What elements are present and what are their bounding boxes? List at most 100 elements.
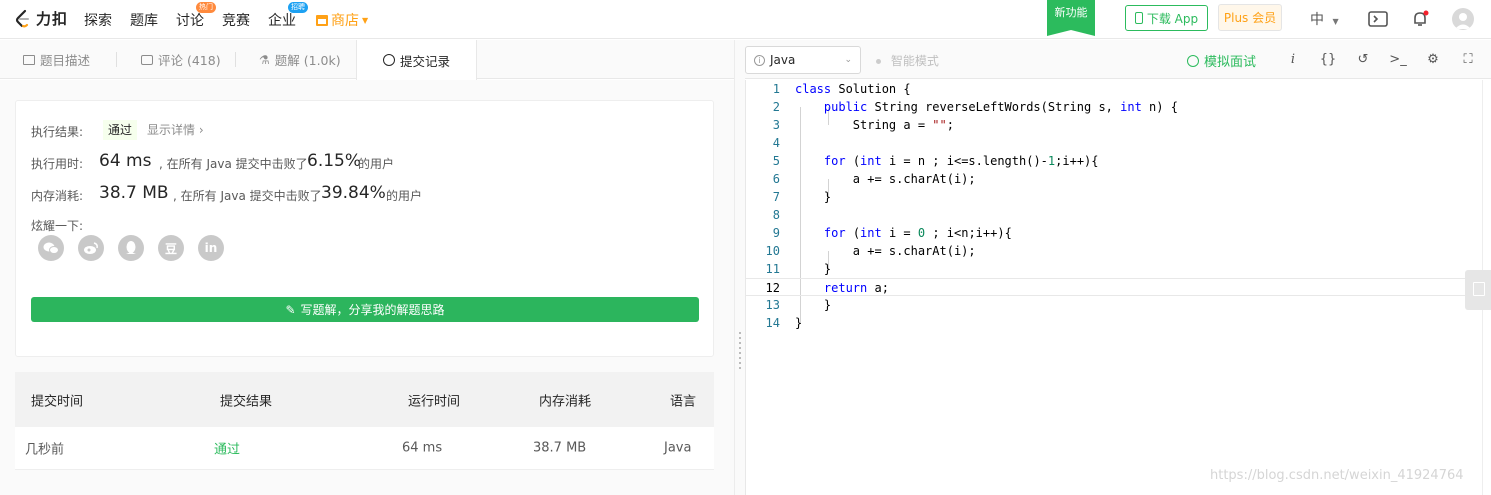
comment-icon — [141, 54, 153, 65]
tab-comments-label: 评论 (418) — [158, 53, 221, 68]
share-label: 炫耀一下: — [31, 219, 84, 233]
logo-text: 力扣 — [36, 10, 69, 28]
download-app-button[interactable]: 下载 App — [1125, 5, 1208, 31]
nav-store-label: 商店 — [331, 13, 359, 29]
reset-icon[interactable]: ↺ — [1354, 51, 1372, 69]
line-number: 11 — [765, 262, 780, 276]
store-icon — [316, 14, 328, 26]
language-label: 中 — [1310, 12, 1324, 28]
leetcode-logo[interactable]: 力扣 — [14, 8, 68, 29]
code-text: for (int i = n ; i<=s.length()-1;i++){ — [823, 154, 1099, 168]
code-line: 5 for (int i = n ; i<=s.length()-1;i++){ — [746, 152, 1483, 170]
chevron-down-icon: ▼ — [1332, 17, 1339, 26]
code-text: for (int i = 0 ; i<n;i++){ — [823, 226, 1012, 240]
col-submit-time: 提交时间 — [31, 394, 84, 409]
code-text: class Solution { — [795, 82, 911, 96]
gear-icon[interactable]: ⚙ — [1424, 51, 1442, 69]
info-italic-icon[interactable]: i — [1284, 51, 1302, 69]
tab-comments[interactable]: 评论 (418) — [141, 40, 221, 79]
memory-text: , 在所有 Java 提交中击败了 — [173, 189, 322, 203]
new-feature-ribbon[interactable]: 新功能 — [1047, 0, 1095, 36]
code-line: 4 — [746, 134, 1483, 152]
line-number: 6 — [772, 172, 780, 186]
tab-solutions[interactable]: ⚗ 题解 (1.0k) — [259, 40, 341, 79]
smart-mode-toggle[interactable]: 智能模式 — [876, 52, 939, 69]
language-select-value: Java — [770, 53, 796, 67]
nav-discuss-label: 讨论 — [176, 13, 204, 29]
memory-suffix: 的用户 — [386, 189, 423, 203]
pencil-icon: ✎ — [285, 302, 296, 317]
playground-icon[interactable] — [1367, 8, 1389, 30]
watermark: https://blog.csdn.net/weixin_41924764 — [1210, 468, 1464, 483]
linkedin-icon[interactable]: in — [198, 235, 224, 261]
mock-interview-label: 模拟面试 — [1204, 55, 1257, 70]
info-icon: i — [754, 54, 765, 66]
braces-icon[interactable]: {} — [1319, 51, 1337, 69]
download-app-label: 下载 App — [1146, 11, 1199, 26]
code-line: 13 } — [746, 296, 1483, 314]
side-panel-toggle[interactable] — [1465, 270, 1491, 310]
col-memory: 内存消耗 — [539, 394, 592, 409]
avatar[interactable] — [1452, 8, 1474, 30]
row-time: 几秒前 — [25, 442, 65, 458]
result-card: 执行结果: 通过 显示详情 › 执行用时: 64 ms , 在所有 Java 提… — [15, 100, 714, 357]
tab-submissions[interactable]: 提交记录 — [356, 40, 478, 80]
runtime-suffix: 的用户 — [358, 157, 395, 171]
col-runtime: 运行时间 — [408, 394, 461, 409]
code-text: String a = ""; — [795, 118, 954, 132]
dot-icon — [876, 59, 881, 64]
hot-badge: 热门 — [196, 2, 216, 13]
douban-icon[interactable]: 豆 — [158, 235, 184, 261]
wechat-icon[interactable] — [38, 235, 64, 261]
code-line: 3 String a = ""; — [746, 116, 1483, 134]
row-result-link[interactable]: 通过 — [214, 439, 240, 458]
submission-table: 提交时间 提交结果 运行时间 内存消耗 语言 几秒前 通过 64 ms 38.7… — [15, 372, 714, 470]
nav-explore[interactable]: 探索 — [84, 10, 112, 30]
terminal-icon[interactable]: >_ — [1389, 51, 1407, 69]
nav-store[interactable]: 商店 ▼ — [316, 10, 368, 30]
description-icon — [23, 54, 35, 65]
code-text: } — [795, 316, 803, 330]
line-number: 8 — [772, 208, 780, 222]
line-number: 1 — [772, 82, 780, 96]
plus-member-button[interactable]: Plus 会员 — [1218, 4, 1282, 31]
code-text: a += s.charAt(i); — [795, 172, 976, 186]
language-select[interactable]: i Java ⌄ — [745, 46, 861, 74]
code-line-current: 12 return a; — [746, 278, 1483, 296]
code-line: 11 } — [746, 260, 1483, 278]
col-language: 语言 — [670, 394, 697, 409]
nav-enterprise-label: 企业 — [268, 13, 296, 29]
code-text: } — [795, 190, 832, 204]
runtime-text: , 在所有 Java 提交中击败了 — [159, 157, 308, 171]
smart-mode-label: 智能模式 — [890, 54, 939, 68]
drag-handle[interactable] — [739, 332, 741, 372]
split-divider[interactable] — [734, 40, 745, 495]
tab-description[interactable]: 题目描述 — [23, 40, 90, 79]
language-switcher[interactable]: 中 ▼ — [1310, 9, 1339, 29]
line-number: 3 — [772, 118, 780, 132]
write-solution-button[interactable]: ✎ 写题解，分享我的解题思路 — [31, 297, 699, 322]
fullscreen-icon[interactable]: ⛶ — [1459, 51, 1477, 69]
weibo-icon[interactable] — [78, 235, 104, 261]
nav-discuss[interactable]: 讨论 热门 — [176, 2, 216, 30]
nav-enterprise[interactable]: 企业 招聘 — [268, 2, 308, 30]
nav-problems[interactable]: 题库 — [130, 10, 158, 30]
notification-bell-icon[interactable] — [1409, 8, 1431, 30]
code-line: 7 } — [746, 188, 1483, 206]
status-label: 执行结果: — [31, 125, 84, 139]
qq-icon[interactable] — [118, 235, 144, 261]
nav-contest[interactable]: 竞赛 — [222, 10, 250, 30]
phone-icon — [1134, 12, 1143, 24]
mock-interview-button[interactable]: 模拟面试 — [1187, 51, 1256, 70]
line-number: 12 — [765, 281, 780, 295]
memory-label: 内存消耗: — [31, 189, 84, 203]
table-row[interactable]: 几秒前 通过 64 ms 38.7 MB Java — [15, 427, 714, 470]
code-editor[interactable]: 1 class Solution { 2 public String revers… — [745, 80, 1483, 495]
code-text: a += s.charAt(i); — [795, 244, 976, 258]
submission-pane: 执行结果: 通过 显示详情 › 执行用时: 64 ms , 在所有 Java 提… — [0, 80, 734, 495]
code-line: 14} — [746, 314, 1483, 332]
tab-solutions-label: 题解 (1.0k) — [274, 53, 341, 68]
show-details-link[interactable]: 显示详情 › — [147, 121, 204, 138]
runtime-percent: 6.15% — [307, 151, 362, 171]
code-line: 2 public String reverseLeftWords(String … — [746, 98, 1483, 116]
